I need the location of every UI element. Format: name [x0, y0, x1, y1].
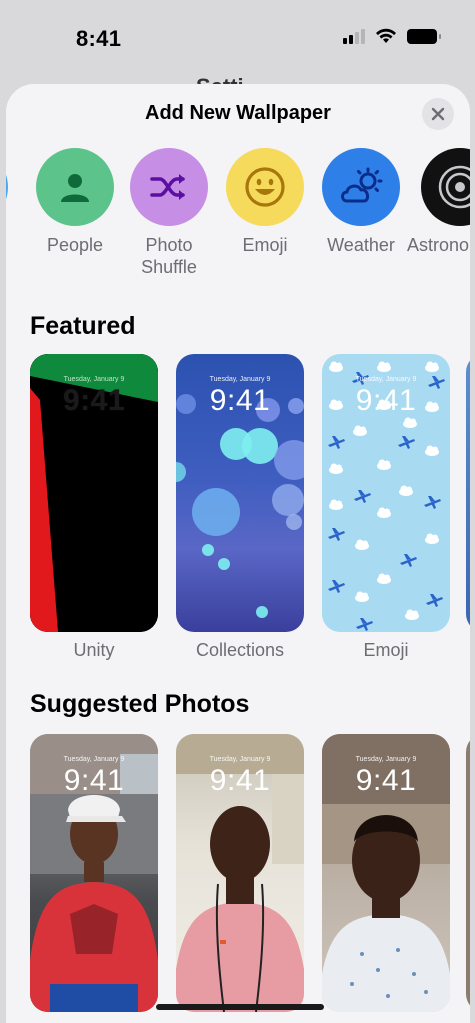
category-label: Emoji — [242, 235, 288, 255]
card-date: Tuesday, January 9 — [355, 756, 417, 763]
status-time: 8:41 — [76, 26, 122, 51]
wifi-icon — [376, 28, 396, 43]
category-emoji-circle — [226, 148, 304, 226]
category-emoji[interactable]: Emoji — [215, 148, 315, 256]
close-icon — [431, 107, 445, 121]
sheet-title: Add New Wallpaper — [145, 102, 331, 124]
add-wallpaper-sheet: Add New Wallpaper People Photo Shuffle E… — [6, 84, 470, 1023]
status-icons — [343, 28, 441, 44]
card-date: Tuesday, January 9 — [355, 376, 417, 383]
shuffle-icon — [150, 174, 185, 200]
orbit-icon — [438, 165, 470, 209]
status-bar: 8:41 Setti — [0, 0, 475, 99]
card-clock: 9:41 — [63, 764, 125, 797]
category-photo-shuffle[interactable]: Photo Shuffle — [119, 148, 219, 278]
category-label: Astrono — [407, 235, 470, 255]
featured-card-partial[interactable] — [466, 354, 470, 632]
featured-heading: Featured — [30, 312, 136, 340]
card-clock: 9:41 — [355, 764, 417, 797]
featured-label: Emoji — [363, 640, 409, 660]
cloud-sun-icon — [341, 167, 383, 203]
card-clock: 9:41 — [209, 764, 271, 797]
featured-card-emoji[interactable]: Tuesday, January 9 9:41 — [322, 354, 450, 632]
suggested-photo-3[interactable]: Tuesday, January 9 9:41 — [322, 734, 450, 1012]
card-clock: 9:41 — [355, 384, 417, 417]
card-clock: 9:41 — [209, 384, 271, 417]
card-date: Tuesday, January 9 — [63, 756, 125, 763]
category-label: Photo Shuffle — [141, 235, 197, 277]
suggested-photos-heading: Suggested Photos — [30, 690, 250, 718]
card-clock: 9:41 — [62, 384, 126, 417]
close-button[interactable] — [422, 98, 454, 130]
category-row: People Photo Shuffle Emoji Weather Astro… — [6, 148, 470, 288]
category-people[interactable]: People — [25, 148, 125, 256]
cellular-signal-icon — [343, 28, 365, 44]
person-icon — [61, 174, 89, 202]
featured-label: Unity — [73, 640, 115, 660]
suggested-photo-2[interactable]: Tuesday, January 9 9:41 — [176, 734, 304, 1012]
category-astronomy-circle — [421, 148, 470, 226]
category-weather[interactable]: Weather — [311, 148, 411, 256]
category-astronomy[interactable]: Astrono — [405, 148, 470, 256]
category-label: Weather — [327, 235, 395, 255]
category-partial-icon[interactable] — [6, 148, 8, 226]
featured-row: Tuesday, January 9 9:41 Unity Tuesday, J… — [6, 354, 470, 674]
category-weather-circle — [322, 148, 400, 226]
home-indicator[interactable] — [156, 1004, 324, 1010]
card-date: Tuesday, January 9 — [209, 756, 271, 763]
suggested-photos-row: Tuesday, January 9 9:41 Tuesday, January… — [6, 734, 470, 1023]
category-people-circle — [36, 148, 114, 226]
suggested-photo-1[interactable]: Tuesday, January 9 9:41 — [30, 734, 158, 1012]
category-label: People — [46, 235, 104, 255]
category-shuffle-circle — [130, 148, 208, 226]
card-date: Tuesday, January 9 — [63, 376, 125, 383]
featured-card-unity[interactable]: Tuesday, January 9 9:41 — [30, 354, 158, 632]
featured-label: Collections — [195, 640, 285, 660]
battery-icon — [407, 28, 441, 44]
featured-card-collections[interactable]: Tuesday, January 9 9:41 — [176, 354, 304, 632]
suggested-photo-partial[interactable] — [466, 734, 470, 1012]
smiley-icon — [245, 167, 285, 207]
card-date: Tuesday, January 9 — [209, 376, 271, 383]
